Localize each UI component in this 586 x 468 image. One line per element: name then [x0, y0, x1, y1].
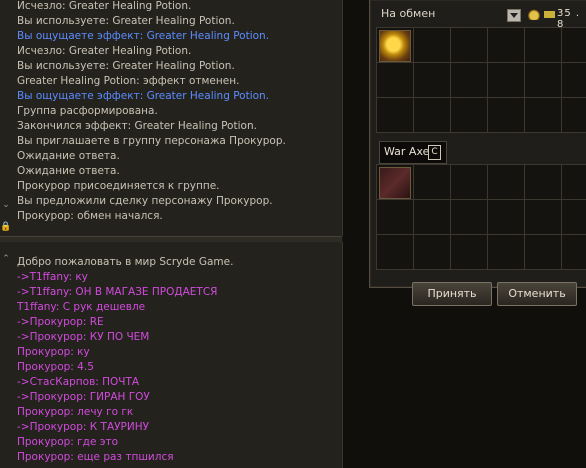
chat-line: ->СтасКарпов: ПОЧТА: [17, 376, 140, 388]
inventory-slot[interactable]: [414, 28, 450, 62]
scroll-up-icon[interactable]: ⌃: [0, 254, 12, 264]
system-chat-panel: ⌄ 🔒 Исчезло: Greater Healing Potion. Вы и…: [0, 0, 343, 236]
war-axe-icon[interactable]: [379, 167, 411, 199]
inventory-slot[interactable]: [377, 63, 413, 97]
chat-line: Прокурор: где это: [17, 436, 119, 448]
inventory-slot[interactable]: [562, 28, 586, 62]
chat-line: Прокурор: лечу го гк: [17, 406, 134, 418]
accept-button[interactable]: Принять: [412, 282, 492, 306]
inventory-slot[interactable]: [451, 63, 487, 97]
inventory-slot[interactable]: [525, 165, 561, 199]
scroll-down-icon[interactable]: ⌄: [0, 200, 12, 210]
inventory-slot[interactable]: [562, 63, 586, 97]
inventory-slot[interactable]: [414, 98, 450, 132]
inventory-slot[interactable]: [377, 165, 413, 199]
chat-line: ->Прокурор: К ТАУРИНУ: [17, 421, 150, 433]
my-offer-grid: [376, 27, 586, 133]
chat-line: Вы ощущаете эффект: Greater Healing Poti…: [17, 30, 270, 42]
trade-header: На обмен 35 . 8: [376, 4, 586, 30]
chat-line: T1ffany: С рук дешевле: [17, 301, 146, 313]
inventory-slot[interactable]: [377, 235, 413, 269]
inventory-slot[interactable]: [451, 200, 487, 234]
inventory-slot[interactable]: [488, 235, 524, 269]
inventory-slot[interactable]: [525, 28, 561, 62]
inventory-slot[interactable]: [562, 165, 586, 199]
inventory-slot[interactable]: [562, 200, 586, 234]
chat-line: Прокурор: ку: [17, 346, 90, 358]
inventory-slot[interactable]: [562, 235, 586, 269]
inventory-slot[interactable]: [562, 98, 586, 132]
chat-line: Вы предложили сделку персонажу Прокурор.: [17, 195, 273, 207]
chat-line: Исчезло: Greater Healing Potion.: [17, 45, 192, 57]
inventory-slot[interactable]: [488, 165, 524, 199]
chat-line: Прокурор: еще раз тпшился: [17, 451, 174, 463]
inventory-slot[interactable]: [451, 98, 487, 132]
chat-line: Прокурор присоединяется к группе.: [17, 180, 220, 192]
item-grade-badge: C: [428, 145, 441, 160]
item-tooltip: War Axe C: [379, 141, 447, 164]
item-name: War Axe: [384, 145, 430, 158]
inventory-slot[interactable]: [488, 200, 524, 234]
inventory-slot[interactable]: [525, 63, 561, 97]
inventory-slot[interactable]: [451, 165, 487, 199]
system-chat-log: Исчезло: Greater Healing Potion. Вы испол…: [17, 0, 338, 224]
chat-line: ->T1ffany: ку: [17, 271, 88, 283]
adena-bar-icon: [544, 11, 555, 18]
inventory-slot[interactable]: [414, 165, 450, 199]
adena-bag-icon: [528, 9, 540, 20]
general-chat-panel: ⌃ Добро пожаловать в мир Scryde Game. ->T…: [0, 242, 343, 468]
inventory-slot[interactable]: [525, 98, 561, 132]
chat-line: Прокурор: 4.5: [17, 361, 94, 373]
inventory-slot[interactable]: [414, 63, 450, 97]
partner-offer-grid: [376, 164, 586, 270]
chat-line: Группа расформирована.: [17, 105, 158, 117]
chat-line: ->T1ffany: ОН В МАГАЗЕ ПРОДАЕТСЯ: [17, 286, 218, 298]
general-chat-log: Добро пожаловать в мир Scryde Game. ->T1f…: [17, 255, 338, 465]
trade-title: На обмен: [381, 7, 436, 20]
inventory-slot[interactable]: [451, 235, 487, 269]
chat-line: Закончился эффект: Greater Healing Potio…: [17, 120, 257, 132]
chat-line: Greater Healing Potion: эффект отменен.: [17, 75, 240, 87]
inventory-slot[interactable]: [488, 63, 524, 97]
chat-line: Вы используете: Greater Healing Potion.: [17, 60, 235, 72]
chat-line: ->Прокурор: ГИРАН ГОУ: [17, 391, 150, 403]
inventory-slot[interactable]: [488, 98, 524, 132]
cancel-button[interactable]: Отменить: [497, 282, 577, 306]
inventory-slot[interactable]: [377, 98, 413, 132]
chat-line: Прокурор: обмен начался.: [17, 210, 163, 222]
inventory-slot[interactable]: [377, 28, 413, 62]
inventory-slot[interactable]: [414, 200, 450, 234]
dropdown-arrow-icon[interactable]: [507, 9, 521, 22]
chat-line: Вы используете: Greater Healing Potion.: [17, 15, 235, 27]
inventory-slot[interactable]: [451, 28, 487, 62]
inventory-slot[interactable]: [525, 200, 561, 234]
chat-line: Исчезло: Greater Healing Potion.: [17, 0, 192, 12]
gold-pouch-icon[interactable]: [379, 30, 411, 62]
lock-icon[interactable]: 🔒: [0, 222, 12, 232]
chat-line: ->Прокурор: КУ ПО ЧЕМ: [17, 331, 150, 343]
inventory-slot[interactable]: [377, 200, 413, 234]
chat-line: Добро пожаловать в мир Scryde Game.: [17, 256, 234, 268]
chat-line: Вы ощущаете эффект: Greater Healing Poti…: [17, 90, 270, 102]
inventory-slot[interactable]: [525, 235, 561, 269]
chat-line: ->Прокурор: RE: [17, 316, 104, 328]
inventory-slot[interactable]: [414, 235, 450, 269]
inventory-slot[interactable]: [488, 28, 524, 62]
chat-line: Ожидание ответа.: [17, 165, 120, 177]
chat-line: Ожидание ответа.: [17, 150, 120, 162]
chat-line: Вы приглашаете в группу персонажа Прокур…: [17, 135, 286, 147]
